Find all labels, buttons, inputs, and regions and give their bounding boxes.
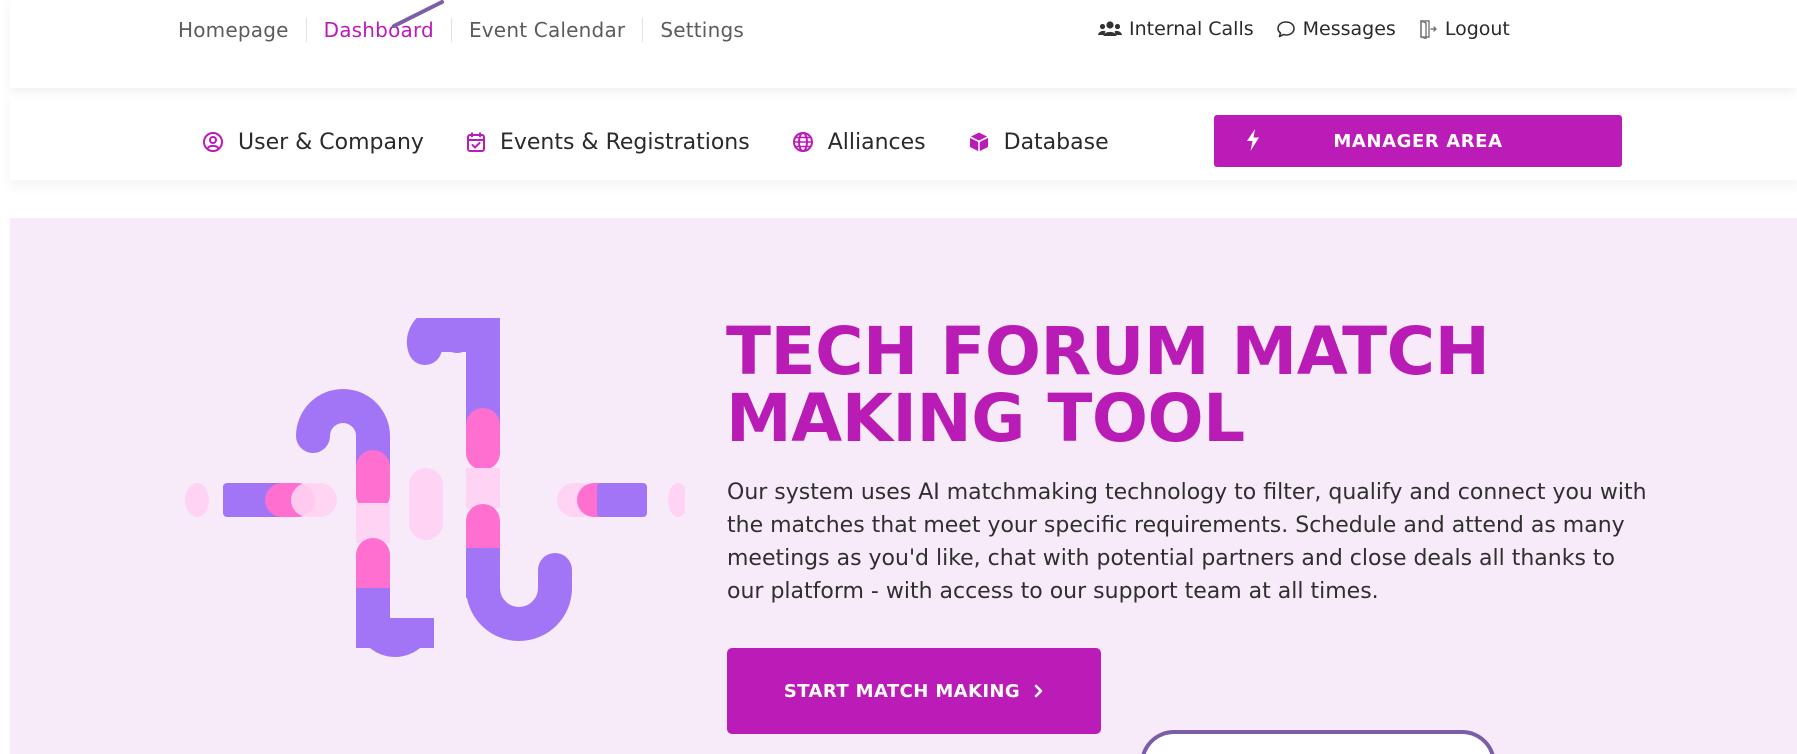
- logout-icon: [1420, 19, 1437, 39]
- user-company-link[interactable]: User & Company: [202, 130, 424, 155]
- hero-description: Our system uses AI matchmaking technolog…: [727, 480, 1647, 604]
- nav-settings-link[interactable]: Settings: [642, 18, 761, 42]
- logout-link[interactable]: Logout: [1418, 18, 1510, 40]
- secondary-navigation-bar: User & Company Events & Registrations Al…: [10, 92, 1797, 180]
- user-circle-icon: [203, 132, 223, 152]
- hero-title-line-1: TECH FORUM MATCH: [726, 313, 1490, 390]
- start-match-making-button[interactable]: START MATCH MAKING: [727, 648, 1101, 734]
- secondary-nav: User & Company Events & Registrations Al…: [202, 127, 1151, 157]
- primary-nav: Homepage Dashboard Event Calendar Settin…: [168, 17, 761, 43]
- database-label: Database: [1003, 129, 1109, 155]
- pointer-arrow-icon: [392, 0, 444, 28]
- messages-link[interactable]: Messages: [1276, 18, 1396, 40]
- internal-calls-label: Internal Calls: [1129, 18, 1254, 40]
- floating-card-partial: [1140, 730, 1496, 754]
- hero-title: TECH FORUM MATCH MAKING TOOL: [726, 318, 1526, 452]
- hero-title-line-2: MAKING TOOL: [726, 380, 1245, 457]
- hero-section: TECH FORUM MATCH MAKING TOOL Our system …: [10, 218, 1797, 754]
- calendar-check-icon: [466, 132, 485, 152]
- database-link[interactable]: Database: [968, 130, 1109, 155]
- cube-icon: [969, 132, 988, 152]
- events-registrations-label: Events & Registrations: [499, 129, 750, 155]
- internal-calls-link[interactable]: Internal Calls: [1098, 18, 1254, 40]
- top-navigation-bar: Homepage Dashboard Event Calendar Settin…: [10, 0, 1797, 88]
- chevron-right-icon: [1034, 684, 1043, 698]
- start-match-making-label: START MATCH MAKING: [783, 680, 1021, 702]
- messages-label: Messages: [1302, 18, 1396, 40]
- page: Homepage Dashboard Event Calendar Settin…: [0, 0, 1797, 754]
- chat-bubble-icon: [1276, 21, 1295, 38]
- globe-icon: [792, 132, 813, 152]
- events-registrations-link[interactable]: Events & Registrations: [466, 130, 750, 155]
- user-company-label: User & Company: [238, 129, 424, 155]
- users-icon: [1098, 21, 1122, 36]
- nav-event-calendar-link[interactable]: Event Calendar: [450, 18, 642, 42]
- manager-area-button[interactable]: MANAGER AREA: [1214, 115, 1622, 167]
- logout-label: Logout: [1444, 18, 1510, 40]
- bolt-icon: [1247, 129, 1259, 151]
- utility-nav: Internal Calls Messages Logout: [1098, 16, 1510, 42]
- matchmaking-illustration: [185, 318, 685, 657]
- nav-homepage-link[interactable]: Homepage: [168, 18, 306, 42]
- alliances-label: Alliances: [827, 129, 926, 155]
- manager-area-label: MANAGER AREA: [1333, 130, 1503, 152]
- alliances-link[interactable]: Alliances: [792, 130, 926, 155]
